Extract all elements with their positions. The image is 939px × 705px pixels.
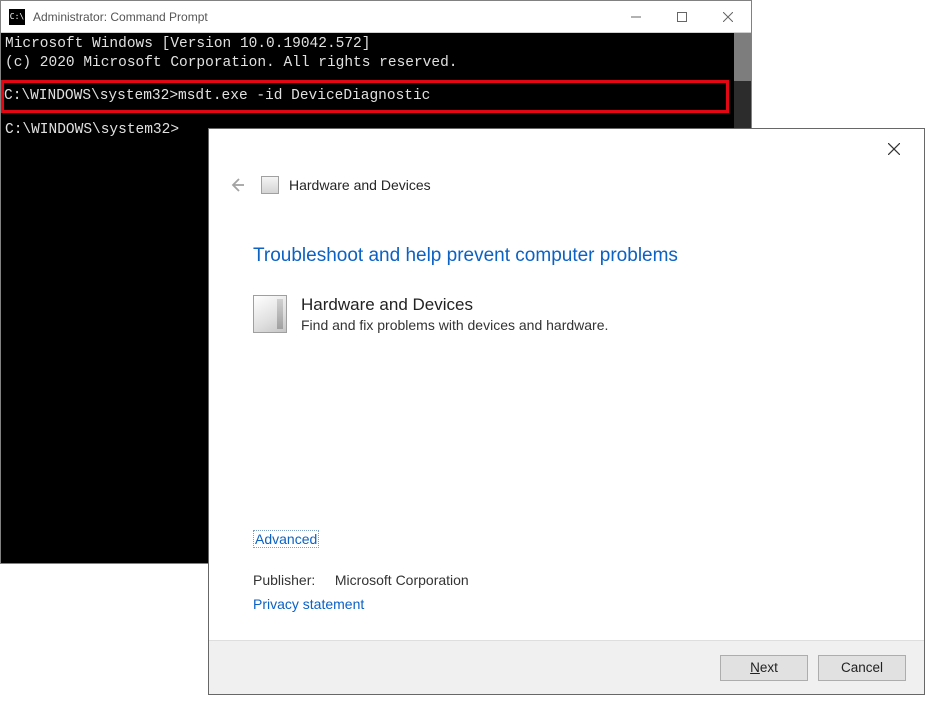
cmd-window-controls [613,1,751,32]
dialog-heading: Troubleshoot and help prevent computer p… [253,245,880,267]
cmd-app-icon: C:\ [9,9,25,25]
privacy-link[interactable]: Privacy statement [253,596,364,612]
publisher-value: Microsoft Corporation [335,572,469,588]
close-button[interactable] [874,134,914,164]
back-button[interactable] [225,173,249,197]
advanced-link[interactable]: Advanced [253,530,319,548]
cmd-prompt-path: C:\WINDOWS\system32> [4,88,178,104]
cancel-button[interactable]: Cancel [818,655,906,681]
cmd-output-line: (c) 2020 Microsoft Corporation. All righ… [5,54,747,73]
dialog-header-title: Hardware and Devices [289,177,431,193]
hardware-icon [253,295,287,333]
cmd-output-line: Microsoft Windows [Version 10.0.19042.57… [5,35,747,54]
maximize-button[interactable] [659,1,705,32]
cmd-prompt-path: C:\WINDOWS\system32> [5,122,179,138]
troubleshooter-icon [261,176,279,194]
dialog-header: Hardware and Devices [209,169,924,211]
hardware-section: Hardware and Devices Find and fix proble… [253,295,880,333]
cmd-entered-command: msdt.exe -id DeviceDiagnostic [178,88,430,104]
dialog-titlebar[interactable] [209,129,924,169]
publisher-label: Publisher: [253,572,331,588]
section-description: Find and fix problems with devices and h… [301,317,608,333]
troubleshooter-dialog: Hardware and Devices Troubleshoot and he… [208,128,925,695]
minimize-button[interactable] [613,1,659,32]
close-button[interactable] [705,1,751,32]
cmd-scrollbar-thumb[interactable] [734,33,751,81]
cmd-window-title: Administrator: Command Prompt [33,10,613,24]
next-button[interactable]: Next [720,655,808,681]
publisher-row: Publisher: Microsoft Corporation [253,572,880,588]
section-title: Hardware and Devices [301,295,608,315]
highlighted-command: C:\WINDOWS\system32>msdt.exe -id DeviceD… [1,80,729,113]
cmd-titlebar[interactable]: C:\ Administrator: Command Prompt [1,1,751,33]
dialog-footer: Next Cancel [209,640,924,694]
dialog-content: Troubleshoot and help prevent computer p… [209,211,924,640]
